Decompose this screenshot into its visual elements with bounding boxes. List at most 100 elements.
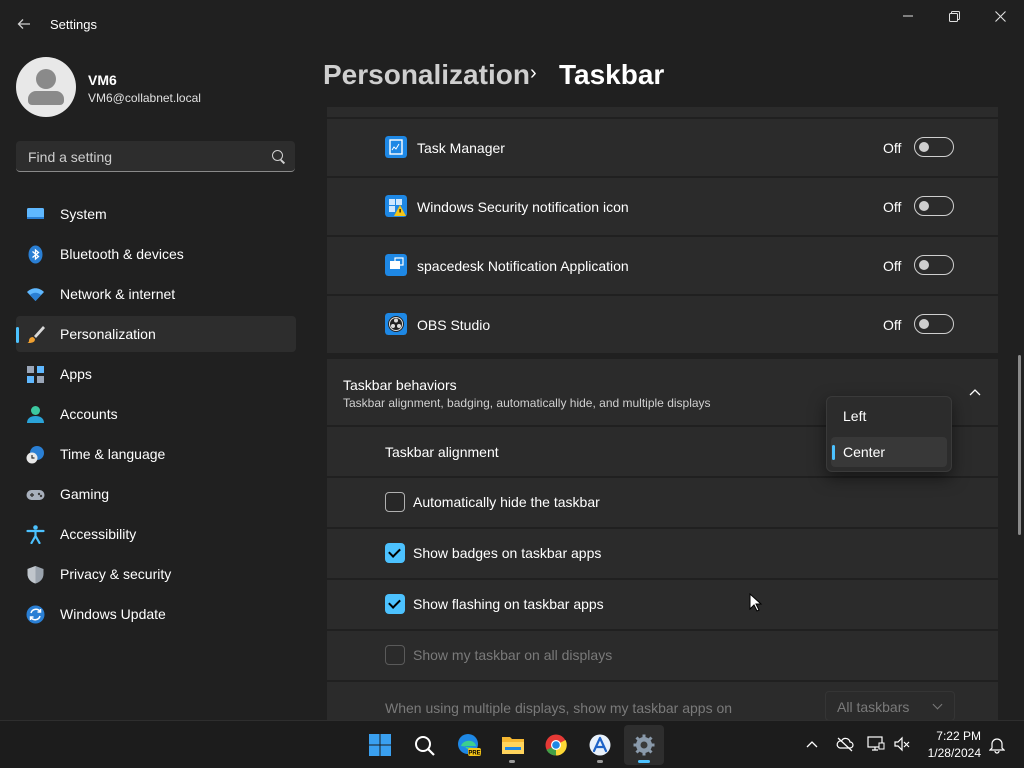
alignment-option-left[interactable]: Left: [831, 401, 947, 431]
section-title: Taskbar behaviors: [343, 377, 457, 393]
chevron-up-icon[interactable]: [806, 740, 818, 748]
taskbar-settings[interactable]: [624, 725, 664, 765]
all-displays-label: Show my taskbar on all displays: [413, 647, 613, 663]
nav-item-network[interactable]: Network & internet: [16, 276, 296, 312]
title-bar: Settings: [0, 0, 1024, 48]
windows-security-icon: [385, 195, 407, 217]
nav-item-time-language[interactable]: Time & language: [16, 436, 296, 472]
alignment-dropdown: Left Center: [826, 396, 952, 472]
nav-label-network: Network & internet: [60, 286, 176, 302]
avatar-head: [36, 69, 56, 89]
toggle-knob: [919, 260, 929, 270]
svg-text:PRE: PRE: [468, 751, 480, 757]
scrollbar-thumb[interactable]: [1018, 355, 1021, 535]
app-store-icon: [589, 734, 611, 756]
chevron-up-icon[interactable]: [969, 388, 981, 396]
search-icon[interactable]: [272, 150, 283, 161]
notification-bell-icon[interactable]: [989, 736, 1005, 754]
minimize-icon: [903, 15, 913, 17]
nav-item-privacy-security[interactable]: Privacy & security: [16, 556, 296, 592]
globe-clock-icon: [26, 446, 44, 464]
obs-studio-toggle[interactable]: [914, 314, 954, 334]
bluetooth-icon: [28, 245, 43, 264]
search-box[interactable]: [16, 141, 295, 173]
taskbar-chrome[interactable]: [536, 725, 576, 765]
tray-app-row: Windows Security notification icon Off: [327, 178, 998, 235]
selection-indicator: [832, 445, 835, 460]
auto-hide-checkbox[interactable]: [385, 492, 405, 512]
nav-label-windows-update: Windows Update: [60, 606, 166, 622]
multi-display-value: All taskbars: [837, 699, 910, 715]
toggle-knob: [919, 319, 929, 329]
user-name: VM6: [88, 72, 117, 88]
flashing-label: Show flashing on taskbar apps: [413, 596, 604, 612]
taskbar-edge-beta[interactable]: PRE: [448, 725, 488, 765]
flashing-row: Show flashing on taskbar apps: [327, 580, 998, 629]
start-icon: [369, 734, 391, 756]
flashing-checkbox[interactable]: [385, 594, 405, 614]
toggle-knob: [919, 142, 929, 152]
update-icon: [26, 605, 45, 624]
taskbar-app-store[interactable]: [580, 725, 620, 765]
settings-icon: [633, 734, 655, 756]
badges-checkbox[interactable]: [385, 543, 405, 563]
start-button[interactable]: [360, 725, 400, 765]
task-manager-toggle[interactable]: [914, 137, 954, 157]
running-indicator: [509, 760, 515, 763]
auto-hide-row: Automatically hide the taskbar: [327, 478, 998, 527]
badges-label: Show badges on taskbar apps: [413, 545, 602, 561]
chrome-icon: [545, 734, 567, 756]
nav-item-gaming[interactable]: Gaming: [16, 476, 296, 512]
avatar[interactable]: [16, 57, 76, 117]
accessibility-icon: [26, 525, 45, 544]
clock-date[interactable]: 1/28/2024: [925, 746, 981, 760]
volume-muted-icon[interactable]: [894, 736, 910, 752]
minimize-button[interactable]: [885, 0, 931, 32]
nav-label-system: System: [60, 206, 107, 222]
clock-time[interactable]: 7:22 PM: [925, 729, 981, 743]
brush-icon: [27, 326, 45, 343]
taskbar: PRE 7:22 PM 1/28/2024: [0, 720, 1024, 768]
multi-display-label: When using multiple displays, show my ta…: [385, 700, 733, 716]
spacedesk-icon: [385, 254, 407, 276]
taskbar-file-explorer[interactable]: [492, 725, 532, 765]
taskbar-search-button[interactable]: [404, 725, 444, 765]
alignment-option-center[interactable]: Center: [831, 437, 947, 467]
obs-studio-icon: [385, 313, 407, 335]
nav-label-privacy: Privacy & security: [60, 566, 172, 582]
nav-item-windows-update[interactable]: Windows Update: [16, 596, 296, 632]
close-icon: [994, 10, 1006, 22]
wifi-icon: [27, 288, 44, 301]
badges-row: Show badges on taskbar apps: [327, 529, 998, 578]
section-subtitle: Taskbar alignment, badging, automaticall…: [343, 396, 711, 410]
network-icon[interactable]: [867, 735, 885, 753]
close-button[interactable]: [977, 0, 1023, 32]
page-title: Taskbar: [559, 59, 665, 90]
running-indicator: [597, 760, 603, 763]
search-input[interactable]: [26, 141, 270, 173]
all-displays-row: Show my taskbar on all displays: [327, 631, 998, 680]
nav-item-accounts[interactable]: Accounts: [16, 396, 296, 432]
all-displays-checkbox: [385, 645, 405, 665]
breadcrumb-parent[interactable]: Personalization: [323, 59, 530, 91]
tray-app-label: spacedesk Notification Application: [417, 258, 629, 274]
onedrive-offline-icon[interactable]: [836, 736, 854, 752]
nav-item-personalization[interactable]: Personalization: [16, 316, 296, 352]
edge-beta-icon: PRE: [458, 734, 481, 757]
windows-security-toggle[interactable]: [914, 196, 954, 216]
accounts-icon: [27, 406, 44, 423]
file-explorer-icon: [502, 737, 524, 754]
back-button[interactable]: [10, 10, 38, 38]
active-indicator: [638, 760, 650, 763]
nav-label-time-language: Time & language: [60, 446, 166, 462]
nav-label-apps: Apps: [60, 366, 92, 382]
nav-item-apps[interactable]: Apps: [16, 356, 296, 392]
nav-item-accessibility[interactable]: Accessibility: [16, 516, 296, 552]
selection-indicator: [16, 327, 19, 343]
spacedesk-toggle[interactable]: [914, 255, 954, 275]
option-label: Center: [843, 444, 886, 460]
restore-button[interactable]: [931, 0, 977, 32]
nav-label-personalization: Personalization: [60, 326, 156, 342]
nav-item-system[interactable]: System: [16, 196, 296, 232]
nav-item-bluetooth-devices[interactable]: Bluetooth & devices: [16, 236, 296, 272]
